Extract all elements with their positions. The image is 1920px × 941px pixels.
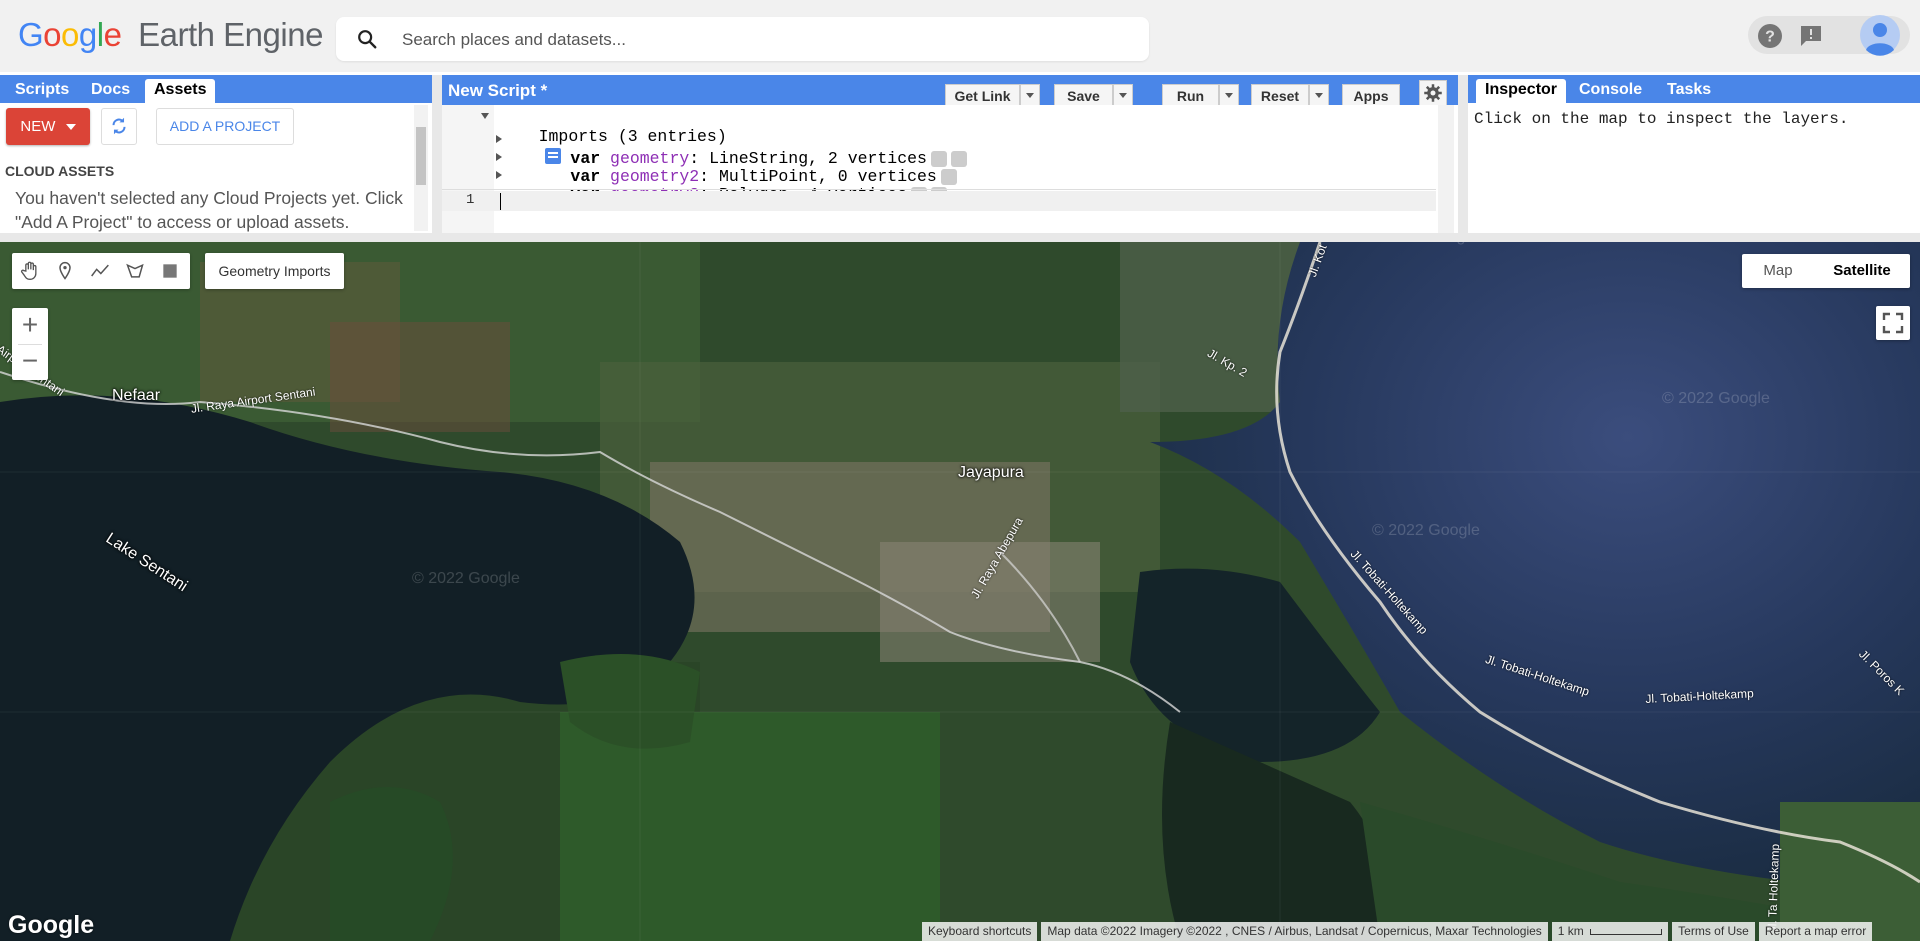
right-tab-bar: Inspector Console Tasks [1468, 75, 1920, 103]
fullscreen-button[interactable] [1876, 306, 1910, 340]
place-label-nefaar: Nefaar [112, 387, 161, 404]
tab-scripts[interactable]: Scripts [6, 79, 78, 101]
google-logo: Google [8, 911, 95, 939]
map-watermark-3: © 2022 Google [1372, 522, 1480, 539]
editor-gutter [442, 105, 494, 233]
chevron-down-icon [65, 124, 76, 131]
new-button-label: NEW [20, 118, 56, 135]
app-header: Google Earth Engine ? [0, 0, 1920, 72]
help-icon[interactable]: ? [1758, 24, 1782, 48]
expand-arrow-icon[interactable] [495, 170, 503, 180]
geometry-imports-button[interactable]: Geometry Imports [205, 253, 344, 289]
settings-button[interactable] [1419, 80, 1447, 106]
add-project-button[interactable]: ADD A PROJECT [156, 108, 294, 145]
satellite-imagery [0, 242, 1920, 941]
earth-engine-logo[interactable]: Google Earth Engine [18, 16, 323, 54]
panel-splitter[interactable] [432, 75, 442, 233]
left-tab-bar: Scripts Docs Assets [0, 75, 432, 103]
rectangle-icon [163, 264, 177, 278]
script-title[interactable]: New Script * [448, 81, 547, 101]
expand-arrow-icon[interactable] [495, 152, 503, 162]
inspector-message: Click on the map to inspect the layers. [1474, 110, 1849, 128]
map-footer: Keyboard shortcuts Map data ©2022 Imager… [922, 922, 1873, 941]
google-logo-text: Google [18, 16, 122, 53]
add-marker-tool[interactable] [47, 253, 81, 289]
hand-icon [20, 261, 37, 281]
editor-toolbar: New Script * Get Link Save Run Reset App… [442, 75, 1458, 106]
expand-arrow-icon[interactable] [495, 134, 503, 144]
tab-console[interactable]: Console [1570, 79, 1651, 101]
text-cursor [500, 193, 501, 210]
keyboard-shortcuts-link[interactable]: Keyboard shortcuts [922, 922, 1038, 941]
run-button[interactable]: Run [1162, 84, 1219, 106]
assets-panel: NEW ADD A PROJECT CLOUD ASSETS You haven… [0, 103, 432, 233]
draw-line-tool[interactable] [82, 253, 116, 289]
collapse-arrow-icon[interactable] [480, 112, 490, 120]
map-type-map[interactable]: Map [1742, 254, 1814, 288]
report-map-error-link[interactable]: Report a map error [1758, 922, 1873, 941]
refresh-icon [112, 117, 126, 135]
cloud-assets-heading: CLOUD ASSETS [5, 163, 115, 179]
search-bar[interactable] [336, 17, 1149, 61]
zoom-control: + − [12, 308, 48, 380]
save-dropdown[interactable] [1113, 84, 1133, 106]
reset-dropdown[interactable] [1309, 84, 1329, 106]
scale-ruler [1590, 928, 1663, 935]
zoom-out-button[interactable]: − [12, 344, 48, 380]
imports-divider [442, 189, 1436, 190]
line-number: 1 [466, 192, 475, 208]
map-attribution: Map data ©2022 Imagery ©2022 , CNES / Ai… [1041, 922, 1548, 941]
map-type-satellite[interactable]: Satellite [1814, 254, 1910, 288]
run-dropdown[interactable] [1219, 84, 1239, 106]
tab-assets[interactable]: Assets [145, 79, 216, 103]
refresh-button[interactable] [101, 108, 137, 145]
scrollbar-thumb[interactable] [416, 127, 426, 185]
get-link-button[interactable]: Get Link [945, 84, 1020, 106]
scale-bar[interactable]: 1 km [1551, 922, 1669, 941]
marker-icon [59, 261, 71, 280]
polygon-icon [126, 263, 144, 278]
gear-icon [1424, 84, 1442, 102]
panel-splitter[interactable] [1458, 75, 1468, 233]
header-actions: ? [1748, 14, 1910, 56]
draw-rectangle-tool[interactable] [152, 253, 186, 289]
get-link-dropdown[interactable] [1020, 84, 1040, 106]
active-line-highlight [442, 191, 1436, 211]
inspector-panel: Click on the map to inspect the layers. [1468, 103, 1920, 233]
cloud-assets-message: You haven't selected any Cloud Projects … [15, 188, 403, 232]
assets-scrollbar[interactable] [414, 105, 428, 231]
map-watermark-2: © 2022 Google [1662, 390, 1770, 407]
search-icon [358, 30, 377, 49]
map-type-control: Map Satellite [1742, 254, 1910, 288]
draw-shape-tool[interactable] [117, 253, 151, 289]
feedback-icon[interactable] [1799, 24, 1823, 48]
map-watermark-1: © 2022 Google [1370, 242, 1478, 246]
apps-button[interactable]: Apps [1342, 84, 1400, 106]
map-splitter[interactable] [0, 233, 1920, 242]
polyline-icon [91, 264, 109, 277]
search-input[interactable] [400, 27, 1124, 53]
reset-button[interactable]: Reset [1251, 84, 1309, 106]
map-watermark-4: © 2022 Google [412, 570, 520, 587]
map-canvas[interactable]: © 2022 Google © 2022 Google © 2022 Googl… [0, 242, 1920, 941]
place-label-jayapura: Jayapura [958, 464, 1024, 481]
product-name: Earth Engine [138, 16, 323, 53]
tab-docs[interactable]: Docs [82, 79, 139, 101]
fullscreen-icon [1882, 312, 1904, 334]
save-button[interactable]: Save [1054, 84, 1113, 106]
scale-label: 1 km [1557, 924, 1584, 938]
code-editor[interactable]: Imports (3 entries) var geometry: LineSt… [442, 105, 1458, 233]
svg-text:?: ? [1765, 29, 1775, 46]
terms-of-use-link[interactable]: Terms of Use [1672, 922, 1755, 941]
drawing-tools [12, 253, 190, 289]
editor-scrollbar[interactable] [1438, 105, 1454, 233]
tab-tasks[interactable]: Tasks [1658, 79, 1720, 101]
new-button[interactable]: NEW [6, 108, 90, 145]
tab-inspector[interactable]: Inspector [1476, 79, 1567, 103]
zoom-in-button[interactable]: + [12, 308, 48, 344]
account-icon[interactable] [1858, 14, 1902, 56]
pan-tool[interactable] [12, 253, 46, 289]
